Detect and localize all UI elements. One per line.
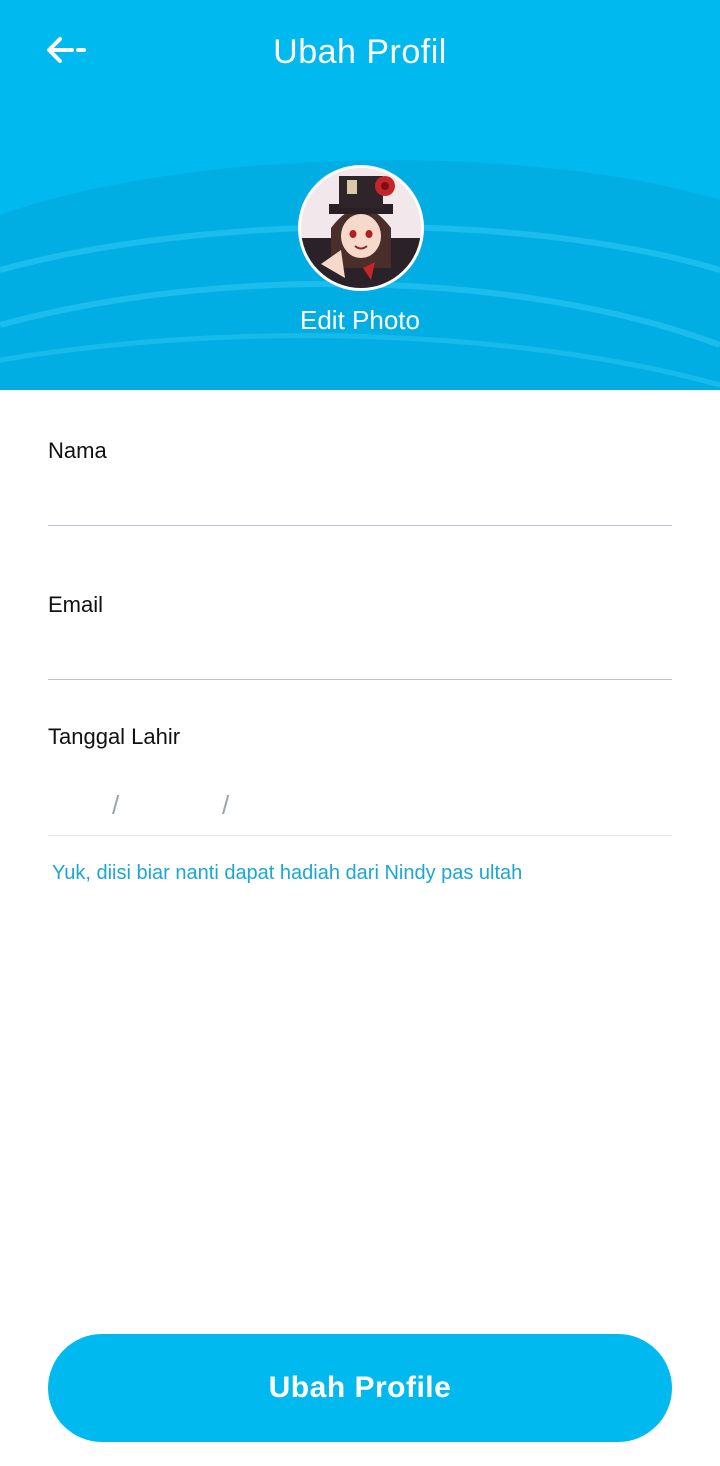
profile-avatar[interactable] bbox=[298, 165, 424, 291]
dob-separator: / bbox=[112, 790, 120, 820]
email-label: Email bbox=[48, 592, 104, 617]
name-label: Nama bbox=[48, 438, 107, 463]
avatar-illustration bbox=[301, 168, 421, 288]
update-profile-button[interactable]: Ubah Profile bbox=[48, 1334, 672, 1442]
edit-photo-link[interactable]: Edit Photo bbox=[0, 302, 720, 338]
birthday-hint: Yuk, diisi biar nanti dapat hadiah dari … bbox=[52, 862, 523, 884]
email-field-group: Email bbox=[48, 590, 672, 680]
profile-header: Ubah Profil Edit Photo bbox=[0, 0, 720, 390]
dob-year-input[interactable] bbox=[244, 784, 354, 824]
dob-field-group: Tanggal Lahir / / bbox=[48, 722, 672, 836]
name-input[interactable] bbox=[48, 474, 672, 526]
dob-input-row: / / bbox=[48, 774, 672, 836]
page-title: Ubah Profil bbox=[273, 33, 447, 71]
dob-separator: / bbox=[222, 790, 230, 820]
dob-day-input[interactable] bbox=[48, 784, 106, 824]
name-field-group: Nama bbox=[48, 436, 672, 526]
dob-label: Tanggal Lahir bbox=[48, 724, 181, 749]
email-input[interactable] bbox=[48, 628, 672, 680]
dob-month-input[interactable] bbox=[130, 784, 218, 824]
